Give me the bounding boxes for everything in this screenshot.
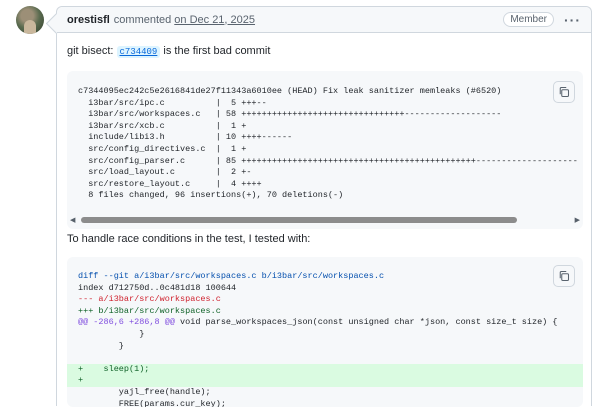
code-line: i3bar/src/xcb.c | 1 +	[78, 120, 247, 131]
code-line: src/config_directives.c | 1 +	[78, 143, 247, 154]
code-line: 8 files changed, 96 insertions(+), 70 de…	[78, 190, 344, 201]
diff-added-line: + sleep(1);	[67, 363, 583, 376]
bisect-output-text: c7344095ec242c5e2616841de27f11343a6010ee…	[78, 86, 578, 202]
comment-header: orestisfl commented on Dec 21, 2025 Memb…	[57, 7, 591, 33]
code-line: i3bar/src/workspaces.c | 58 ++++++++++++…	[78, 109, 502, 120]
diff-plus-file-line: +++ b/i3bar/src/workspaces.c	[78, 305, 221, 316]
code-line: include/libi3.h | 10 ++++------	[78, 132, 293, 143]
scrollbar-thumb[interactable]	[81, 217, 517, 223]
chevron-left-icon[interactable]: ◀	[70, 216, 75, 224]
member-badge: Member	[503, 12, 554, 27]
commit-link[interactable]: c734409	[116, 46, 161, 58]
bisect-paragraph: git bisect: c734409 is the first bad com…	[67, 45, 271, 58]
code-line: src/config_parser.c | 85 +++++++++++++++…	[78, 155, 578, 166]
code-line: c7344095ec242c5e2616841de27f11343a6010ee…	[78, 86, 502, 96]
copy-button[interactable]	[553, 81, 575, 103]
code-line: src/load_layout.c | 2 +-	[78, 167, 252, 178]
bisect-suffix: is the first bad commit	[163, 45, 271, 57]
diff-header-line: diff --git a/i3bar/src/workspaces.c b/i3…	[78, 271, 385, 281]
code-line: src/restore_layout.c | 4 ++++	[78, 178, 262, 189]
code-line: i3bar/src/ipc.c | 5 +++--	[78, 97, 267, 108]
diff-hunk-marker: @@ -286,6 +286,8 @@	[78, 317, 175, 328]
kebab-horizontal-icon[interactable]: ···	[564, 13, 581, 27]
author-link[interactable]: orestisfl	[67, 14, 110, 26]
author-avatar[interactable]	[16, 6, 44, 34]
diff-context-line: }	[78, 340, 124, 351]
diff-index-line: index d712750d..0c481d18 100644	[78, 282, 237, 293]
diff-minus-file-line: --- a/i3bar/src/workspaces.c	[78, 294, 221, 305]
copy-icon	[559, 270, 570, 282]
comment-verb: commented	[113, 13, 172, 26]
diff-text: diff --git a/i3bar/src/workspaces.c b/i3…	[67, 271, 583, 407]
diff-added-line: +	[67, 375, 583, 387]
copy-icon	[559, 86, 570, 98]
bisect-prefix: git bisect:	[67, 45, 114, 57]
diff-hunk-context: void parse_workspaces_json(const unsigne…	[174, 317, 558, 328]
horizontal-scrollbar[interactable]: ◀ ▶	[67, 215, 583, 225]
bisect-output-code-block: c7344095ec242c5e2616841de27f11343a6010ee…	[67, 71, 583, 229]
chevron-right-icon[interactable]: ▶	[575, 216, 580, 224]
copy-button[interactable]	[553, 265, 575, 287]
comment-card: orestisfl commented on Dec 21, 2025 Memb…	[56, 6, 592, 407]
comment-date-link[interactable]: on Dec 21, 2025	[174, 14, 255, 26]
diff-context-line: }	[78, 328, 145, 339]
diff-context-line: yajl_free(handle);	[78, 386, 211, 397]
race-paragraph: To handle race conditions in the test, I…	[67, 233, 311, 245]
diff-code-block: diff --git a/i3bar/src/workspaces.c b/i3…	[67, 257, 583, 407]
